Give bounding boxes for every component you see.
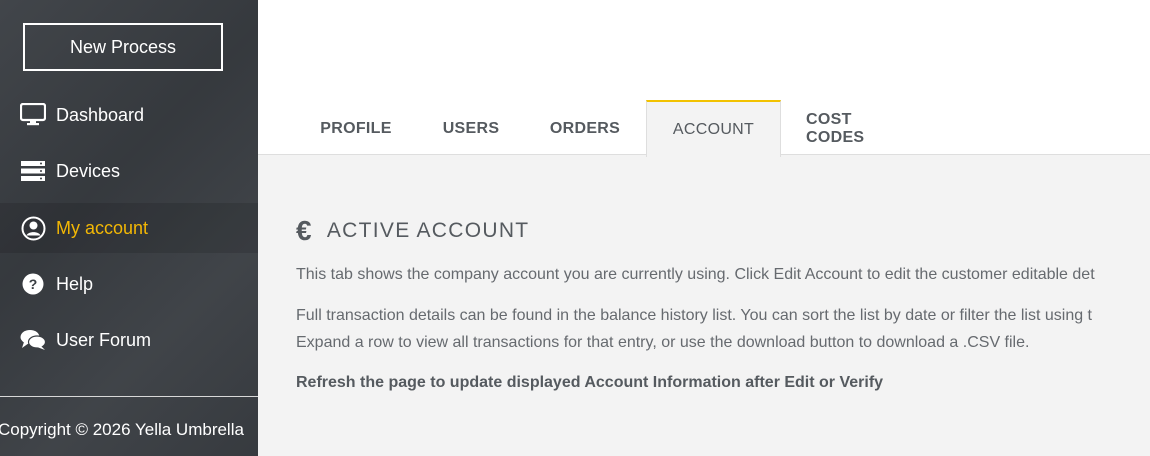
sidebar-divider	[0, 396, 258, 397]
sidebar-item-my-account[interactable]: My account	[0, 203, 258, 253]
tab-users[interactable]: USERS	[436, 103, 506, 155]
account-description: This tab shows the company account you a…	[296, 266, 1095, 283]
sidebar-item-user-forum[interactable]: User Forum	[0, 315, 258, 365]
new-process-button[interactable]: New Process	[23, 23, 223, 71]
chat-bubbles-icon	[20, 327, 46, 353]
sidebar-item-label: Dashboard	[56, 104, 145, 125]
main-content: PROFILE USERS ORDERS ACCOUNT COST CODES …	[258, 0, 1150, 456]
transaction-details-line2: Expand a row to view all transactions fo…	[296, 334, 1030, 351]
sidebar-item-help[interactable]: ? Help	[0, 259, 258, 309]
question-circle-icon: ?	[20, 271, 46, 297]
tab-profile[interactable]: PROFILE	[316, 103, 396, 155]
svg-text:?: ?	[29, 276, 38, 292]
transaction-details-line1: Full transaction details can be found in…	[296, 307, 1092, 324]
sidebar-item-label: Help	[56, 273, 94, 294]
user-circle-icon	[20, 215, 46, 241]
refresh-note: Refresh the page to update displayed Acc…	[296, 374, 884, 391]
tab-account[interactable]: ACCOUNT	[646, 100, 781, 157]
sidebar-item-label: My account	[56, 217, 149, 238]
tab-orders[interactable]: ORDERS	[548, 103, 622, 155]
copyright-text: Copyright © 2026 Yella Umbrella	[0, 420, 244, 439]
sidebar-item-devices[interactable]: Devices	[0, 146, 258, 196]
sidebar-item-dashboard[interactable]: Dashboard	[0, 90, 258, 140]
sidebar: New Process Dashboard Devices My account…	[0, 0, 258, 456]
sidebar-item-label: Devices	[56, 160, 121, 181]
sidebar-item-label: User Forum	[56, 329, 152, 350]
section-title-text: ACTIVE ACCOUNT	[326, 219, 530, 242]
euro-icon: €	[296, 215, 313, 246]
tab-cost-codes[interactable]: COST CODES	[806, 103, 914, 155]
section-title: € ACTIVE ACCOUNT	[296, 215, 529, 247]
monitor-icon	[20, 102, 46, 128]
server-icon	[20, 158, 46, 184]
